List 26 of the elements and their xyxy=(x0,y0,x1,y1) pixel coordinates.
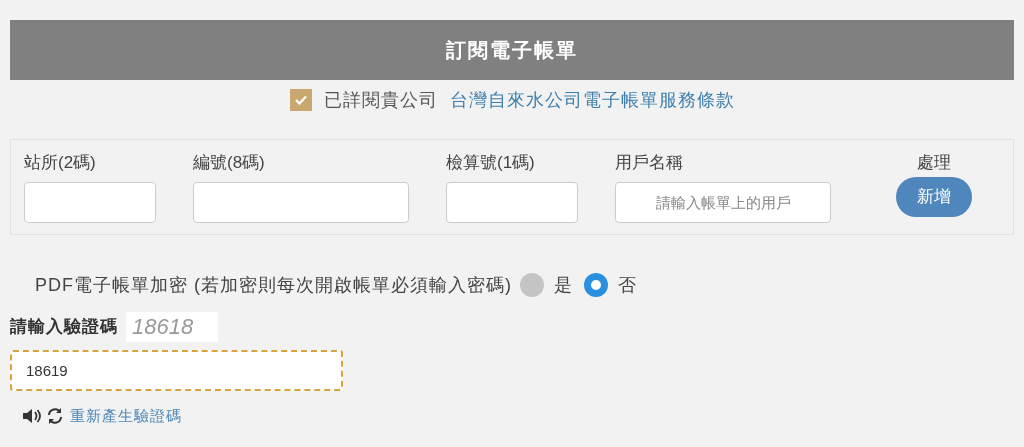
column-label: 處理 xyxy=(917,152,951,173)
add-button[interactable]: 新增 xyxy=(896,177,972,217)
text-field[interactable]: 請輸入帳單上的用戶 xyxy=(615,182,831,223)
text-field[interactable] xyxy=(193,182,409,223)
text-field[interactable] xyxy=(24,182,156,223)
field-label: 編號(8碼) xyxy=(193,152,266,173)
captcha-field[interactable]: 18619 xyxy=(10,350,343,391)
regenerate-link[interactable]: 重新產生驗證碼 xyxy=(70,405,182,428)
check-icon xyxy=(294,95,307,105)
agreement-text: 已詳閱貴公司 xyxy=(323,88,438,112)
terms-link[interactable]: 台灣自來水公司電子帳單服務條款 xyxy=(449,86,735,114)
captcha-label: 請輸入驗證碼 xyxy=(10,316,118,339)
captcha-image: 18618 xyxy=(126,312,218,342)
page-title: 訂閱電子帳單 xyxy=(446,38,578,63)
field-label: 站所(2碼) xyxy=(24,152,97,173)
radio-button[interactable] xyxy=(520,273,544,297)
speaker-icon[interactable] xyxy=(22,407,42,426)
refresh-icon[interactable] xyxy=(46,407,64,426)
field-label: 檢算號(1碼) xyxy=(446,152,536,173)
agreement-checkbox[interactable] xyxy=(289,89,312,111)
radio-label: 否 xyxy=(618,273,636,297)
encryption-label: PDF電子帳單加密 (若加密則每次開啟帳單必須輸入密碼) xyxy=(35,273,512,297)
radio-button[interactable] xyxy=(584,273,608,297)
field-label: 用戶名稱 xyxy=(615,152,684,173)
radio-label: 是 xyxy=(554,273,572,297)
text-field[interactable] xyxy=(446,182,578,223)
